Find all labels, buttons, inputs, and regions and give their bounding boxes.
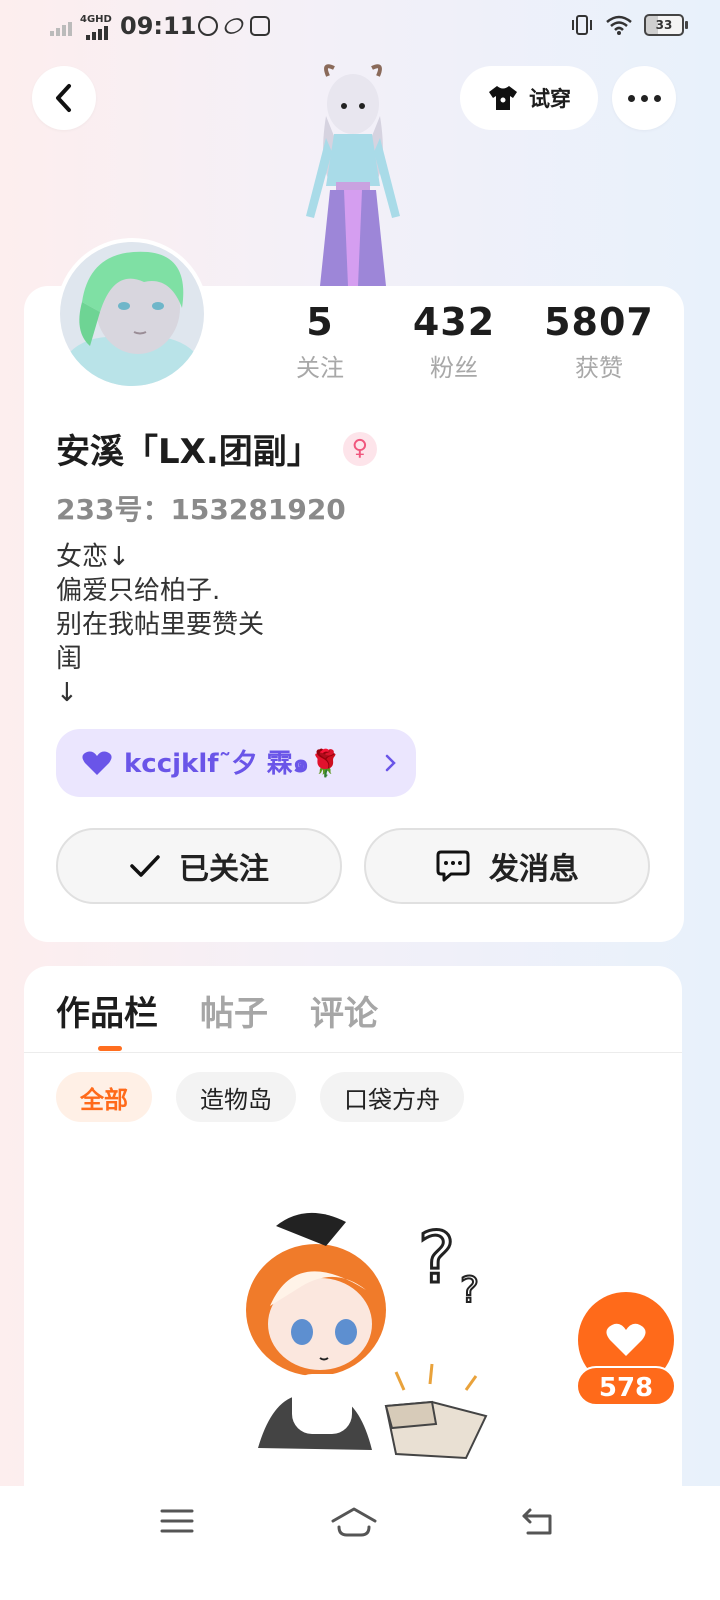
couple-tag-label: kccjklf˜夕 霖๑🌹 (124, 748, 342, 779)
try-on-button[interactable]: 试穿 (460, 66, 598, 130)
avatar-3d-figure[interactable] (288, 56, 418, 290)
more-icon (627, 94, 661, 102)
floating-like-count[interactable]: 578 (576, 1366, 676, 1406)
stat-value: 5 (306, 300, 334, 344)
works-tabs: 作品栏 帖子 评论 (56, 986, 378, 1035)
network-type: 4GHD (80, 14, 112, 25)
bio-line: 女恋↓ (56, 542, 130, 572)
status-bar: 4GHD 09:11 33 (0, 0, 720, 56)
heart-icon (82, 751, 112, 775)
vibrate-icon (572, 15, 592, 35)
stat-value: 5807 (544, 300, 654, 344)
bio-line: 别在我帖里要赞关 (56, 610, 265, 640)
stat-value: 432 (412, 300, 496, 344)
active-tab-indicator (98, 1046, 122, 1051)
menu-icon[interactable] (160, 1506, 194, 1536)
tab-works[interactable]: 作品栏 (56, 986, 158, 1035)
stat-following[interactable]: 5 关注 (270, 300, 370, 383)
couple-tag[interactable]: kccjklf˜夕 霖๑🌹 (56, 729, 416, 797)
user-id: 233号：153281920 (56, 493, 346, 526)
back-nav-icon[interactable] (520, 1506, 556, 1536)
female-icon: ♀ (342, 431, 377, 466)
stat-followers[interactable]: 432 粉丝 (404, 300, 504, 383)
avatar[interactable] (56, 238, 208, 390)
tabs-divider (24, 1052, 682, 1053)
message-button[interactable]: 发消息 (364, 828, 650, 904)
chat-bubble-icon (436, 850, 470, 882)
profile-name: 安溪「LX.团副」 (56, 432, 321, 472)
chevron-left-icon (56, 84, 71, 112)
more-options-button[interactable] (612, 66, 676, 130)
empty-state-illustration: ? ? (246, 1212, 488, 1460)
tab-posts[interactable]: 帖子 (200, 986, 268, 1035)
following-button[interactable]: 已关注 (56, 828, 342, 904)
heart-icon (606, 1323, 646, 1356)
filter-pocket-ark[interactable]: 口袋方舟 (320, 1072, 464, 1122)
wifi-icon (606, 15, 632, 35)
bio-line: 闺 (56, 644, 83, 674)
svg-text:?: ? (460, 1270, 479, 1311)
system-navigation-bar (0, 1486, 720, 1600)
notification-icon (198, 16, 218, 36)
chevron-right-icon (385, 754, 396, 772)
bio-line: 偏爱只给柏子. (56, 576, 221, 606)
home-icon[interactable] (330, 1506, 378, 1538)
back-button[interactable] (32, 66, 96, 130)
filter-creation-island[interactable]: 造物岛 (176, 1072, 296, 1122)
tshirt-icon (489, 86, 517, 110)
cellular-signal-icon (50, 22, 72, 36)
svg-text:?: ? (418, 1217, 455, 1299)
message-label: 发消息 (489, 852, 579, 887)
notification-icon (221, 14, 247, 38)
filter-all[interactable]: 全部 (56, 1072, 152, 1122)
stat-label: 粉丝 (430, 354, 478, 382)
stat-likes[interactable]: 5807 获赞 (540, 300, 658, 383)
stat-label: 关注 (296, 354, 344, 382)
cellular-signal-icon (86, 26, 108, 40)
bio-line: ↓ (56, 678, 78, 708)
try-on-label: 试穿 (529, 87, 571, 111)
profile-stats: 5 关注 432 粉丝 5807 获赞 (270, 300, 670, 390)
works-filters: 全部 造物岛 口袋方舟 (56, 1072, 464, 1122)
clock: 09:11 (120, 12, 197, 40)
profile-name-row: 安溪「LX.团副」 ♀ (56, 424, 377, 473)
battery-icon: 33 (644, 14, 688, 36)
stat-label: 获赞 (575, 354, 623, 382)
tab-comments[interactable]: 评论 (310, 986, 378, 1035)
notification-icon (250, 16, 270, 36)
avatar-image (60, 242, 204, 386)
following-label: 已关注 (179, 852, 269, 887)
profile-bio: 女恋↓ 偏爱只给柏子. 别在我帖里要赞关 闺 ↓ (56, 540, 264, 710)
check-icon (130, 855, 160, 877)
